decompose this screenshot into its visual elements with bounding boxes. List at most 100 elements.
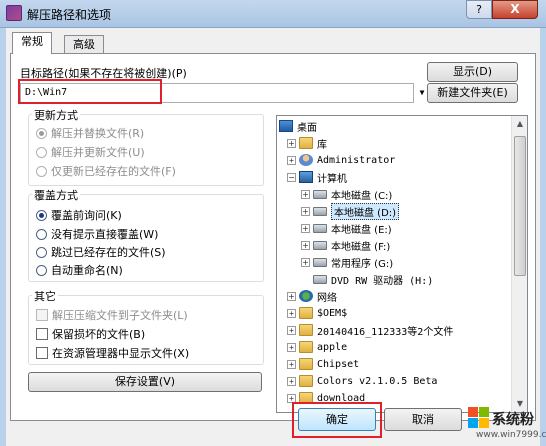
overwrite-option-overwrite[interactable]: 没有提示直接覆盖(W) — [36, 226, 158, 242]
tree-row-label: 20140416_112333等2个文件 — [317, 326, 454, 338]
help-button[interactable]: ? — [466, 0, 492, 19]
close-button[interactable]: X — [492, 0, 538, 19]
tree-row-computer[interactable]: − 计算机 — [287, 169, 347, 185]
library-icon — [299, 137, 313, 149]
folder-icon — [299, 307, 313, 319]
expand-icon[interactable]: + — [287, 308, 296, 318]
update-option-update[interactable]: 解压并更新文件(U) — [36, 144, 145, 160]
tab-general[interactable]: 常规 — [12, 32, 52, 54]
scroll-thumb[interactable] — [514, 136, 526, 276]
misc-option-subfolder[interactable]: 解压压缩文件到子文件夹(L) — [36, 307, 188, 323]
update-option-existing[interactable]: 仅更新已经存在的文件(F) — [36, 163, 176, 179]
watermark-brand: 系统粉 — [492, 412, 534, 428]
expand-icon[interactable]: + — [287, 325, 296, 335]
tree-row-drive-h[interactable]: DVD RW 驱动器 (H:) — [301, 271, 433, 287]
tab-advanced[interactable]: 高级 — [64, 35, 104, 55]
overwrite-option-skip[interactable]: 跳过已经存在的文件(S) — [36, 244, 166, 260]
folder-icon — [299, 324, 313, 336]
tree-row-label: 计算机 — [317, 173, 347, 185]
option-label: 自动重命名(N) — [51, 264, 123, 277]
option-label: 仅更新已经存在的文件(F) — [51, 165, 176, 178]
expand-icon[interactable]: + — [301, 189, 310, 199]
winrar-app-icon — [6, 5, 22, 21]
tree-row-drive-d[interactable]: + 本地磁盘 (D:) — [301, 202, 400, 220]
tree-row-20140416[interactable]: + 20140416_112333等2个文件 — [287, 322, 453, 338]
tree-row-label: Colors v2.1.0.5 Beta — [317, 375, 438, 387]
option-label: 跳过已经存在的文件(S) — [51, 246, 166, 259]
desktop-icon — [279, 120, 293, 132]
new-folder-button[interactable]: 新建文件夹(E) — [427, 83, 518, 103]
cancel-button[interactable]: 取消 — [384, 408, 462, 431]
option-label: 解压压缩文件到子文件夹(L) — [52, 309, 188, 322]
tree-row-label: apple — [317, 341, 348, 353]
folder-tree[interactable]: 桌面 + 库 + Administrator − 计算机 + 本地磁盘 (C:)… — [276, 115, 528, 413]
drive-icon — [313, 240, 327, 250]
expand-icon[interactable]: + — [287, 291, 296, 301]
show-button[interactable]: 显示(D) — [427, 62, 518, 82]
option-label: 在资源管理器中显示文件(X) — [52, 347, 190, 360]
option-label: 解压并更新文件(U) — [51, 146, 145, 159]
radio-icon — [36, 165, 47, 177]
update-option-replace[interactable]: 解压并替换文件(R) — [36, 125, 144, 141]
expand-icon[interactable]: + — [301, 223, 310, 233]
option-label: 保留损坏的文件(B) — [52, 328, 146, 341]
tree-row-label: 桌面 — [297, 122, 317, 134]
tree-row-colors[interactable]: + Colors v2.1.0.5 Beta — [287, 373, 437, 389]
save-settings-button[interactable]: 保存设置(V) — [28, 372, 262, 392]
expand-icon[interactable]: + — [287, 155, 296, 165]
user-icon — [299, 154, 313, 166]
dialog-client: 常规 高级 目标路径(如果不存在将被创建)(P) D:\Win7 ▼ 显示(D)… — [6, 28, 546, 446]
tree-row-oem[interactable]: + $OEM$ — [287, 305, 347, 321]
dvd-drive-icon — [313, 274, 327, 284]
folder-icon — [299, 358, 313, 370]
tree-row-library[interactable]: + 库 — [287, 135, 327, 151]
tree-row-label: 常用程序 (G:) — [331, 258, 394, 270]
tree-row-label: $OEM$ — [317, 307, 348, 319]
misc-option-show-explorer[interactable]: 在资源管理器中显示文件(X) — [36, 345, 189, 361]
watermark-url: www.win7999.com — [476, 430, 546, 440]
windows-logo-icon — [468, 407, 489, 428]
overwrite-option-rename[interactable]: 自动重命名(N) — [36, 262, 123, 278]
radio-icon — [36, 209, 47, 221]
tree-row-desktop[interactable]: 桌面 — [279, 118, 317, 134]
tree-row-drive-e[interactable]: + 本地磁盘 (E:) — [301, 220, 392, 236]
expand-icon[interactable]: + — [301, 257, 310, 267]
collapse-icon[interactable]: − — [287, 172, 296, 182]
overwrite-option-ask[interactable]: 覆盖前询问(K) — [36, 207, 122, 223]
network-icon — [299, 290, 313, 302]
expand-icon[interactable]: + — [287, 376, 296, 386]
tree-row-label: 本地磁盘 (C:) — [331, 190, 393, 202]
drive-icon — [313, 223, 327, 233]
expand-icon[interactable]: + — [301, 206, 310, 216]
expand-icon[interactable]: + — [287, 138, 296, 148]
expand-icon[interactable]: + — [287, 359, 296, 369]
tree-row-label: Chipset — [317, 358, 360, 370]
expand-icon[interactable]: + — [301, 240, 310, 250]
tree-row-apple[interactable]: + apple — [287, 339, 347, 355]
tree-row-drive-c[interactable]: + 本地磁盘 (C:) — [301, 186, 392, 202]
radio-icon — [36, 127, 47, 139]
tree-row-administrator[interactable]: + Administrator — [287, 152, 395, 168]
tree-row-label: DVD RW 驱动器 (H:) — [331, 275, 434, 287]
radio-icon — [36, 246, 47, 258]
drive-icon — [313, 189, 327, 199]
checkbox-icon — [36, 347, 48, 359]
expand-icon[interactable]: + — [287, 342, 296, 352]
option-label: 解压并替换文件(R) — [51, 127, 145, 140]
overwrite-mode-title: 覆盖方式 — [32, 187, 80, 203]
window-title: 解压路径和选项 — [27, 8, 112, 22]
tree-row-chipset[interactable]: + Chipset — [287, 356, 359, 372]
tree-row-label: Administrator — [317, 154, 396, 166]
tree-row-drive-f[interactable]: + 本地磁盘 (F:) — [301, 237, 390, 253]
computer-icon — [299, 171, 313, 183]
tree-row-network[interactable]: + 网络 — [287, 288, 337, 304]
radio-icon — [36, 228, 47, 240]
folder-icon — [299, 375, 313, 387]
misc-title: 其它 — [32, 288, 58, 304]
scroll-up-icon[interactable]: ▲ — [512, 116, 527, 132]
drive-icon — [313, 257, 327, 267]
misc-option-keep-broken[interactable]: 保留损坏的文件(B) — [36, 326, 145, 342]
tree-scrollbar[interactable]: ▲ ▼ — [511, 116, 527, 412]
tree-row-drive-g[interactable]: + 常用程序 (G:) — [301, 254, 393, 270]
option-label: 没有提示直接覆盖(W) — [51, 228, 159, 241]
